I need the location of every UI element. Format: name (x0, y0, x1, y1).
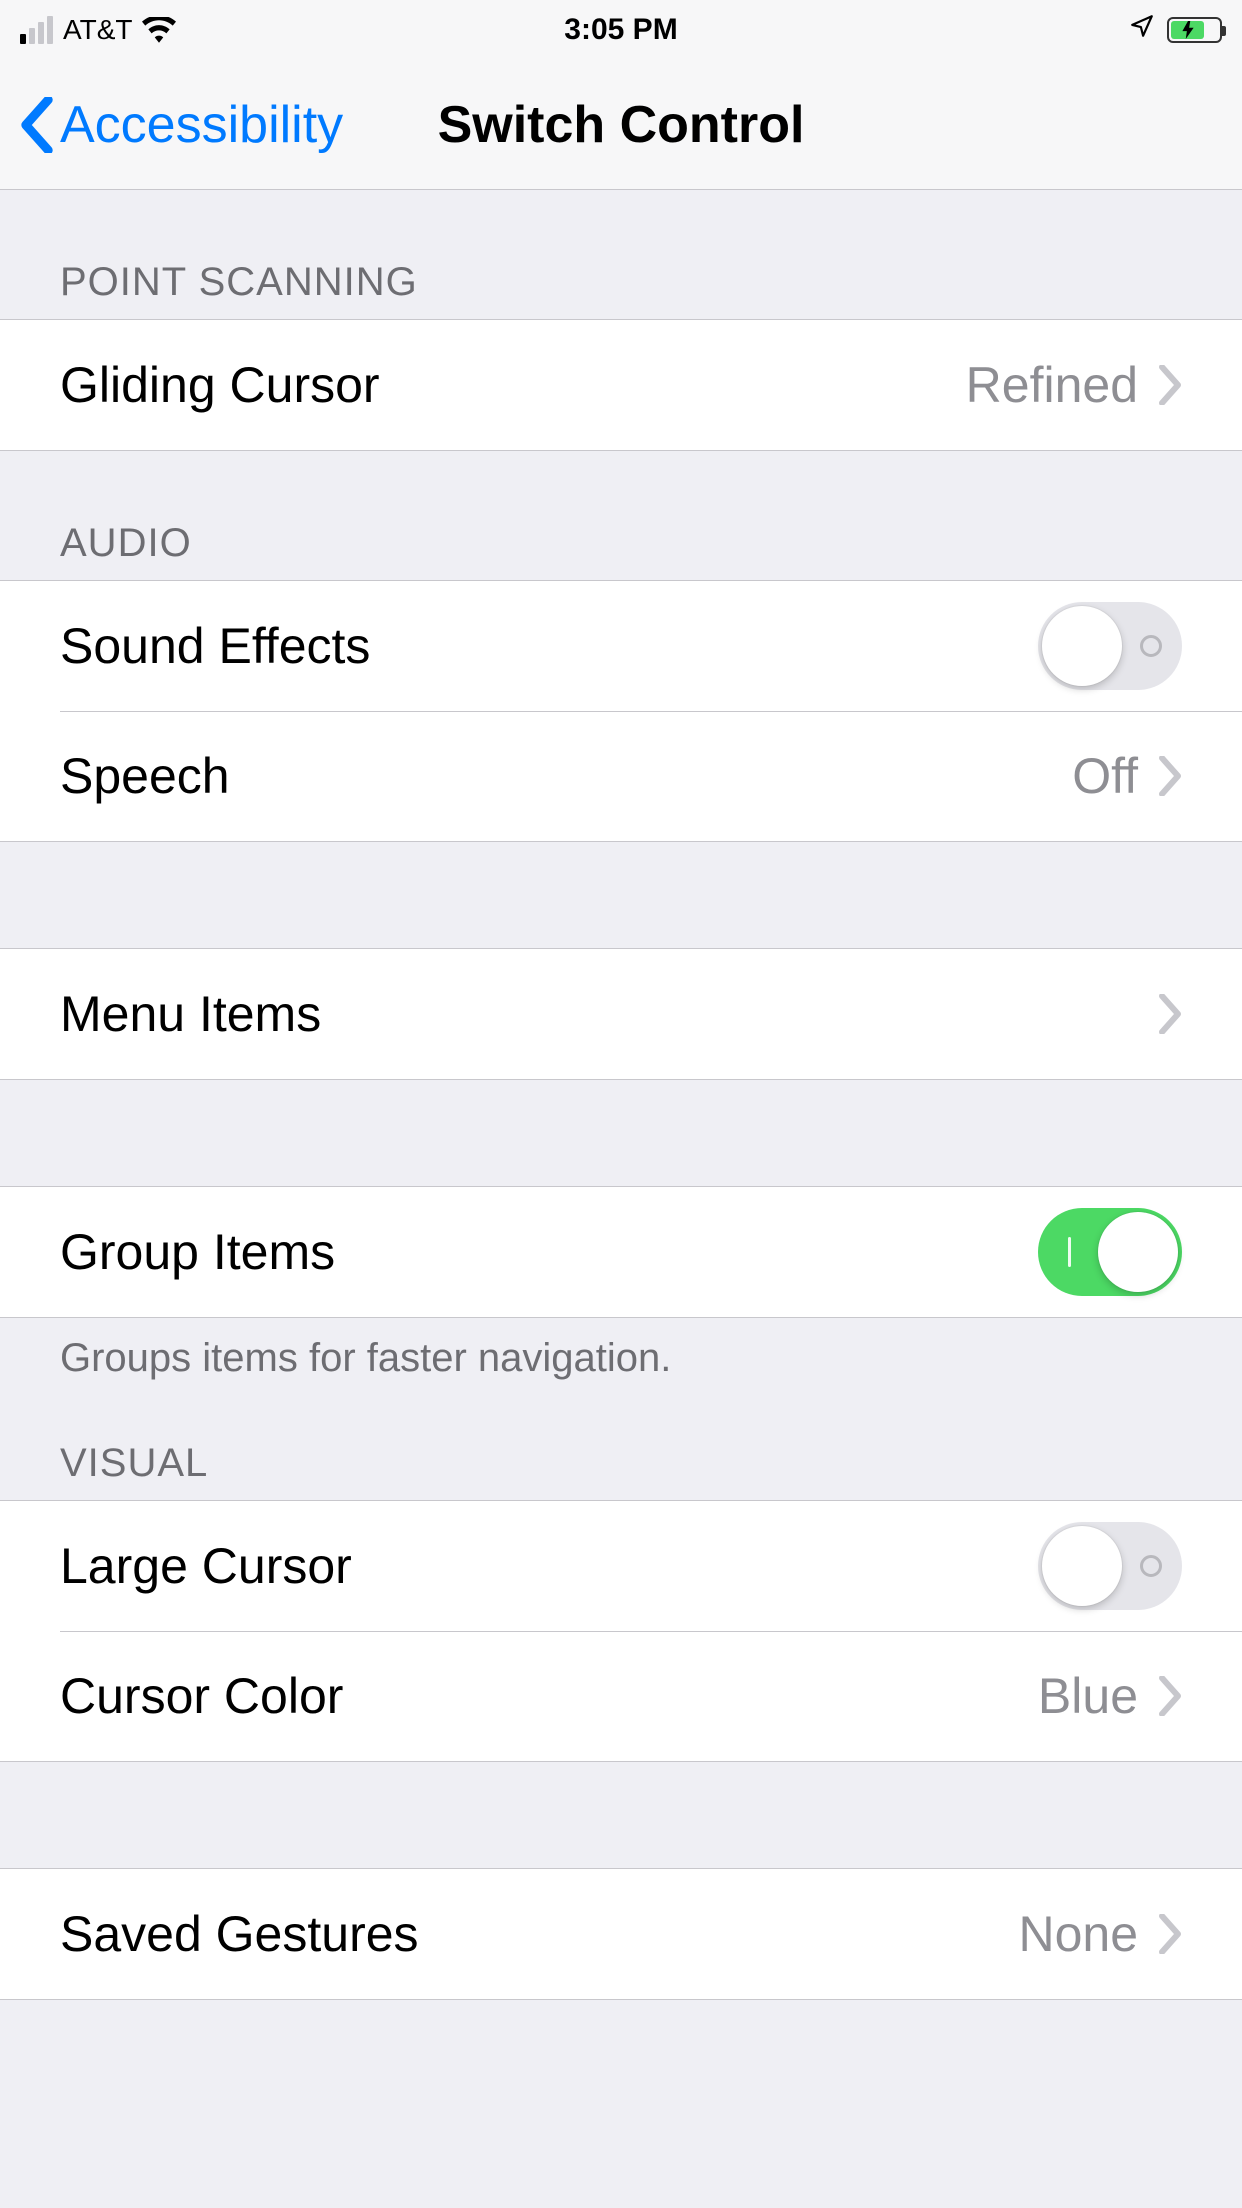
chevron-right-icon (1158, 365, 1182, 405)
section-header-point-scanning: POINT SCANNING (0, 190, 1242, 319)
row-value: Off (1072, 747, 1138, 805)
spacer (0, 1762, 1242, 1868)
chevron-right-icon (1158, 1914, 1182, 1954)
section-header-audio: AUDIO (0, 451, 1242, 580)
status-bar: AT&T 3:05 PM (0, 0, 1242, 60)
group-point-scanning: Gliding Cursor Refined (0, 319, 1242, 451)
row-label: Saved Gestures (60, 1905, 419, 1963)
spacer (0, 842, 1242, 948)
row-value: Refined (966, 356, 1138, 414)
chevron-right-icon (1158, 994, 1182, 1034)
row-label: Gliding Cursor (60, 356, 380, 414)
row-cursor-color[interactable]: Cursor Color Blue (0, 1631, 1242, 1761)
battery-icon (1167, 17, 1222, 43)
row-menu-items[interactable]: Menu Items (0, 949, 1242, 1079)
row-label: Cursor Color (60, 1667, 343, 1725)
spacer (0, 1080, 1242, 1186)
nav-bar: Accessibility Switch Control (0, 60, 1242, 190)
section-footer-group-items: Groups items for faster navigation. (0, 1318, 1242, 1391)
row-saved-gestures[interactable]: Saved Gestures None (0, 1869, 1242, 1999)
row-label: Speech (60, 747, 230, 805)
row-group-items[interactable]: Group Items (0, 1187, 1242, 1317)
row-value: None (1018, 1905, 1138, 1963)
row-value: Blue (1038, 1667, 1138, 1725)
toggle-sound-effects[interactable] (1038, 602, 1182, 690)
row-sound-effects[interactable]: Sound Effects (0, 581, 1242, 711)
chevron-right-icon (1158, 1676, 1182, 1716)
row-large-cursor[interactable]: Large Cursor (0, 1501, 1242, 1631)
group-visual: Large Cursor Cursor Color Blue (0, 1500, 1242, 1762)
row-label: Large Cursor (60, 1537, 352, 1595)
toggle-group-items[interactable] (1038, 1208, 1182, 1296)
status-left: AT&T (20, 14, 176, 46)
back-button[interactable]: Accessibility (0, 95, 343, 155)
row-label: Menu Items (60, 985, 321, 1043)
group-menu: Menu Items (0, 948, 1242, 1080)
group-saved: Saved Gestures None (0, 1868, 1242, 2000)
row-label: Sound Effects (60, 617, 370, 675)
chevron-left-icon (20, 97, 54, 153)
location-icon (1129, 13, 1155, 47)
row-label: Group Items (60, 1223, 335, 1281)
toggle-large-cursor[interactable] (1038, 1522, 1182, 1610)
row-gliding-cursor[interactable]: Gliding Cursor Refined (0, 320, 1242, 450)
group-audio: Sound Effects Speech Off (0, 580, 1242, 842)
page-title: Switch Control (438, 95, 805, 155)
chevron-right-icon (1158, 756, 1182, 796)
back-label: Accessibility (60, 95, 343, 155)
group-group-items: Group Items (0, 1186, 1242, 1318)
status-right (1129, 13, 1222, 47)
row-speech[interactable]: Speech Off (0, 711, 1242, 841)
section-header-visual: VISUAL (0, 1391, 1242, 1500)
status-time: 3:05 PM (564, 13, 677, 47)
carrier-label: AT&T (63, 14, 132, 46)
wifi-icon (142, 17, 176, 43)
cellular-signal-icon (20, 16, 53, 44)
